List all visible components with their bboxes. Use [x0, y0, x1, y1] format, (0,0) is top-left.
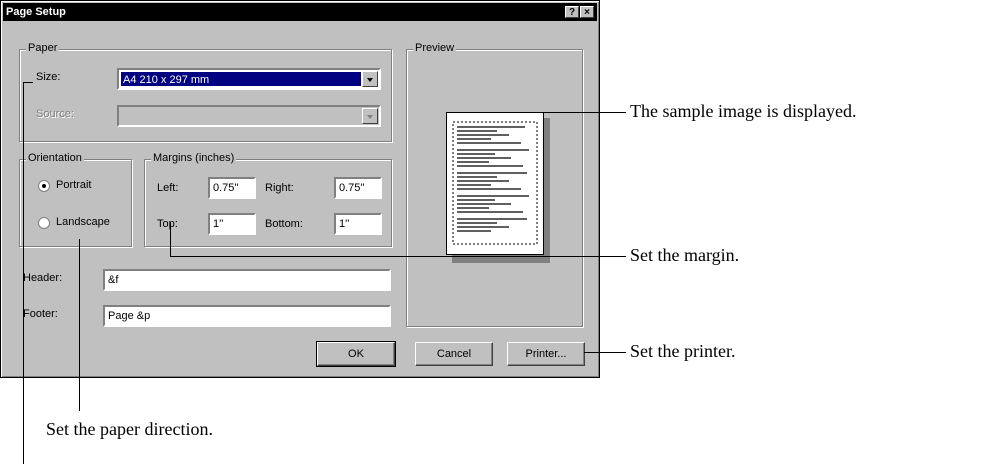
footer-input[interactable]: Page &p	[103, 305, 391, 327]
source-dropdown-button[interactable]	[362, 108, 378, 124]
orientation-group-label: Orientation	[26, 152, 84, 164]
callout-line-direction	[79, 239, 80, 411]
size-label: Size:	[36, 71, 61, 83]
source-dropdown[interactable]	[117, 105, 381, 127]
right-margin-label: Right:	[265, 182, 294, 194]
size-selected-value: A4 210 x 297 mm	[121, 72, 361, 86]
landscape-label[interactable]: Landscape	[56, 216, 110, 228]
callout-line-size-tick	[23, 82, 33, 83]
callout-line-size	[23, 82, 24, 464]
portrait-radio[interactable]	[38, 180, 50, 192]
margins-group-label: Margins (inches)	[151, 152, 237, 164]
annotation-printer: Set the printer.	[630, 341, 736, 361]
preview-sample-text	[452, 121, 538, 245]
annotation-paper-direction: Set the paper direction.	[46, 419, 213, 439]
help-button[interactable]: ?	[565, 6, 579, 18]
preview-page	[446, 112, 544, 255]
footer-label: Footer:	[23, 308, 58, 320]
preview-group-label: Preview	[413, 42, 457, 54]
bottom-margin-input[interactable]: 1''	[334, 213, 382, 235]
right-margin-input[interactable]: 0.75''	[334, 177, 382, 199]
left-margin-input[interactable]: 0.75''	[208, 177, 256, 199]
paper-group-label: Paper	[26, 42, 60, 54]
size-dropdown-button[interactable]	[362, 71, 378, 87]
ok-button[interactable]: OK	[316, 341, 396, 367]
cancel-button[interactable]: Cancel	[415, 342, 493, 366]
header-input[interactable]: &f	[103, 269, 391, 291]
size-dropdown[interactable]: A4 210 x 297 mm	[117, 68, 381, 90]
bottom-margin-label: Bottom:	[265, 218, 303, 230]
close-button[interactable]: ×	[580, 6, 594, 18]
annotation-sample-image: The sample image is displayed.	[630, 101, 857, 121]
callout-line-printer	[584, 352, 626, 353]
left-margin-label: Left:	[157, 182, 179, 194]
callout-line-margin	[170, 256, 626, 257]
callout-line-sample	[544, 112, 626, 113]
callout-line-margin-vertical	[170, 222, 171, 257]
top-margin-label: Top:	[157, 218, 178, 230]
paper-group: Paper	[19, 42, 392, 142]
header-label: Header:	[23, 272, 63, 284]
printer-button[interactable]: Printer...	[507, 342, 585, 366]
landscape-radio[interactable]	[38, 217, 50, 229]
top-margin-input[interactable]: 1''	[208, 213, 256, 235]
portrait-label[interactable]: Portrait	[56, 179, 91, 191]
orientation-group: Orientation	[19, 152, 132, 247]
source-label: Source:	[36, 108, 74, 120]
annotation-margin: Set the margin.	[630, 245, 740, 265]
dialog-title: Page Setup	[6, 6, 66, 18]
title-bar: Page Setup ? ×	[3, 3, 597, 21]
